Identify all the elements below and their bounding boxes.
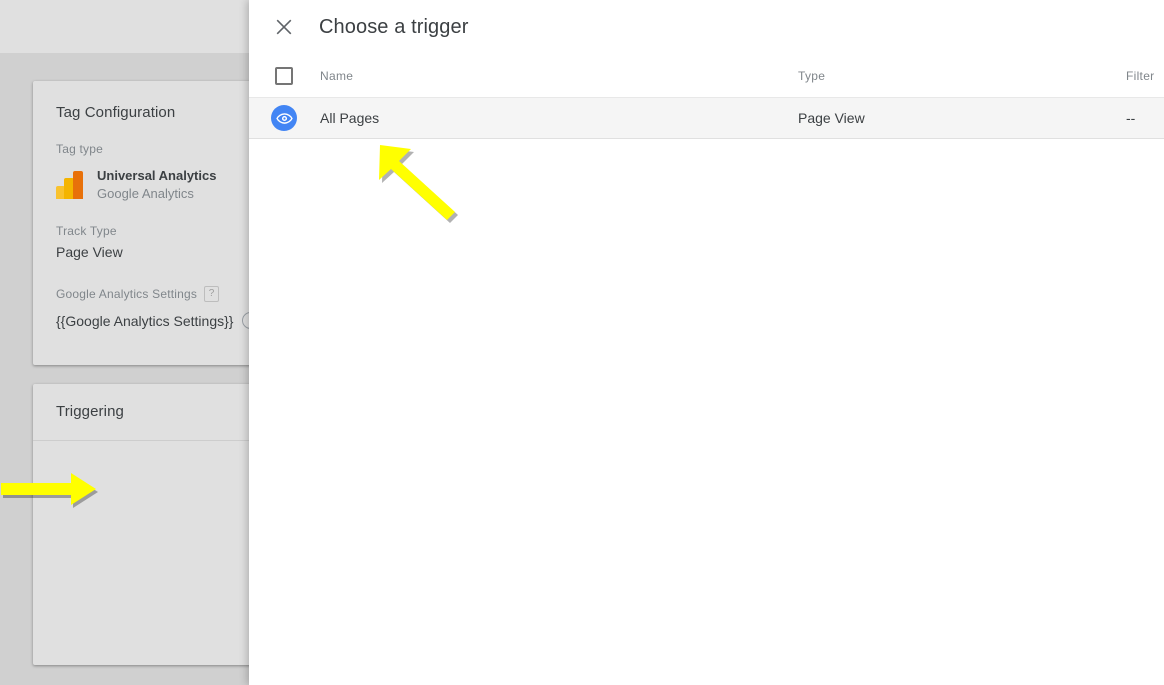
select-all-checkbox[interactable] [275, 66, 293, 85]
row-status-cell [249, 97, 320, 139]
close-icon[interactable] [272, 15, 296, 39]
dialog-title: Choose a trigger [319, 15, 469, 38]
table-header-row: Name Type Filter [249, 54, 1164, 98]
tag-type-name: Universal Analytics [97, 168, 217, 183]
row-type: Page View [798, 97, 1126, 139]
help-icon[interactable]: ? [204, 286, 220, 303]
arrow-right-annotation-icon [1, 473, 98, 508]
column-header-filter[interactable]: Filter [1126, 54, 1164, 98]
column-header-name[interactable]: Name [320, 54, 798, 98]
select-all-cell [249, 54, 320, 98]
google-analytics-logo-icon [56, 170, 86, 199]
tag-type-vendor: Google Analytics [97, 185, 194, 201]
trigger-table: Name Type Filter All Pages Page View -- [249, 54, 1164, 139]
row-name[interactable]: All Pages [320, 97, 798, 139]
eye-icon[interactable] [271, 105, 297, 131]
google-analytics-settings-value: {{Google Analytics Settings}} [56, 312, 234, 329]
arrow-up-left-annotation-icon [379, 145, 458, 223]
dialog-header: Choose a trigger [249, 0, 1164, 54]
row-filter: -- [1126, 97, 1164, 139]
column-header-type[interactable]: Type [798, 54, 1126, 98]
google-analytics-settings-label: Google Analytics Settings [56, 287, 198, 302]
choose-trigger-dialog: Choose a trigger Name Type Filter All Pa… [249, 0, 1164, 685]
table-row[interactable]: All Pages Page View -- [249, 97, 1164, 139]
left-rail [0, 53, 14, 685]
